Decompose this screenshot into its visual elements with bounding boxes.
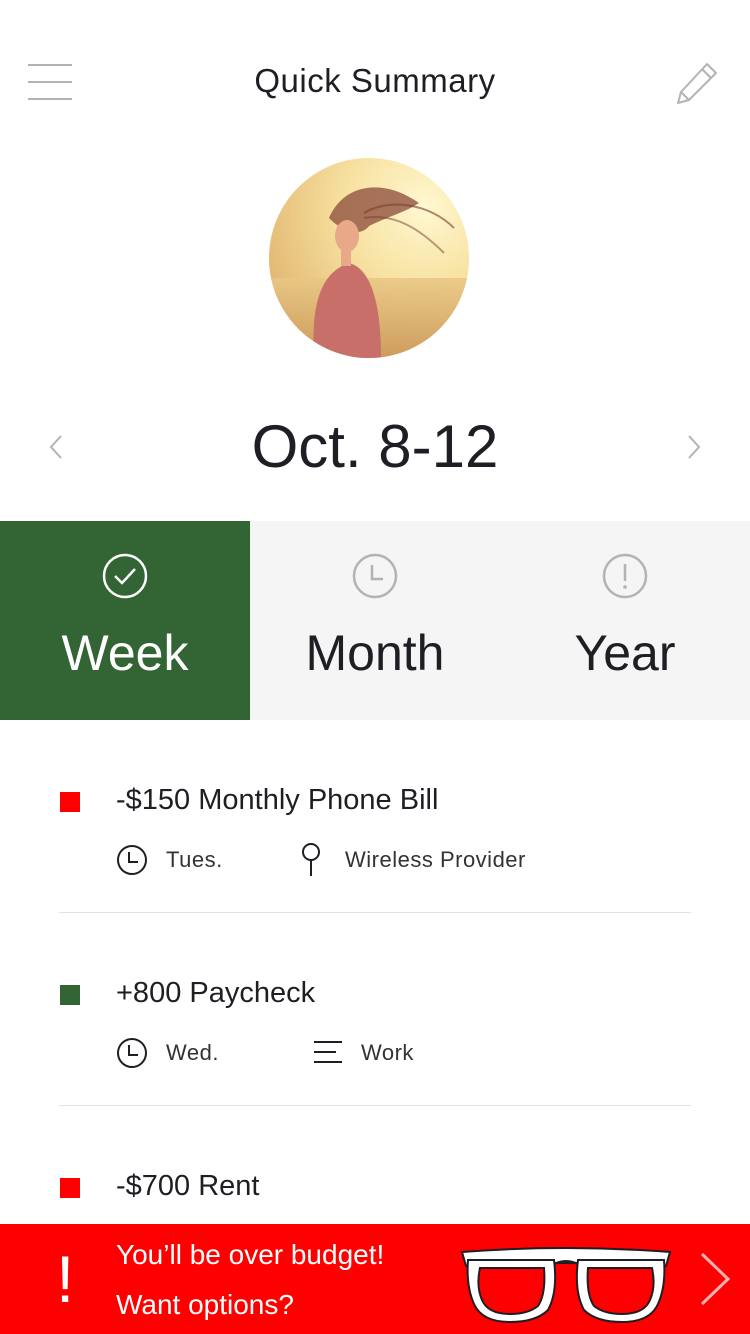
avatar[interactable] [269, 158, 469, 358]
transaction-list: -$150 Monthly Phone Bill Tues. Wireless … [0, 720, 750, 1299]
alert-circle-icon [602, 553, 648, 599]
transaction-detail: Work [361, 1040, 414, 1065]
tab-month-label: Month [305, 625, 445, 681]
list-item[interactable]: +800 Paycheck Wed. Work [0, 913, 750, 1106]
expense-marker [60, 1178, 80, 1198]
income-marker [60, 985, 80, 1005]
expense-marker [60, 792, 80, 812]
transaction-day: Tues. [166, 847, 223, 872]
budget-alert-banner[interactable]: ! You’ll be over budget! Want options? [0, 1224, 750, 1334]
alert-message: You’ll be over budget! [116, 1239, 385, 1270]
check-circle-icon [102, 553, 148, 599]
header: Quick Summary [0, 0, 750, 160]
clock-icon [117, 845, 147, 875]
tab-week[interactable]: Week [0, 521, 250, 720]
pencil-icon[interactable] [674, 60, 720, 106]
tab-week-label: Week [61, 625, 189, 681]
transaction-title: +800 Paycheck [116, 977, 316, 1009]
list-lines-icon [314, 1041, 342, 1063]
clock-icon [117, 1038, 147, 1068]
period-selector: Oct. 8-12 [0, 412, 750, 482]
glasses-icon [460, 1247, 672, 1324]
location-pin-icon [302, 843, 320, 876]
clock-icon [352, 553, 398, 599]
transaction-title: -$700 Rent [116, 1170, 260, 1202]
list-item[interactable]: -$150 Monthly Phone Bill Tues. Wireless … [0, 720, 750, 913]
transaction-day: Wed. [166, 1040, 219, 1065]
period-tabs: Week Month Year [0, 521, 750, 720]
tab-month[interactable]: Month [250, 521, 500, 720]
tab-year[interactable]: Year [500, 521, 750, 720]
alert-icon: ! [56, 1242, 75, 1316]
transaction-title: -$150 Monthly Phone Bill [116, 784, 439, 816]
transaction-detail: Wireless Provider [345, 847, 526, 872]
tab-year-label: Year [574, 625, 676, 681]
chevron-right-icon[interactable] [696, 1250, 732, 1308]
page-title: Quick Summary [254, 62, 496, 99]
chevron-right-icon[interactable] [682, 430, 706, 464]
alert-action-text: Want options? [116, 1289, 294, 1320]
period-label: Oct. 8-12 [251, 413, 499, 480]
